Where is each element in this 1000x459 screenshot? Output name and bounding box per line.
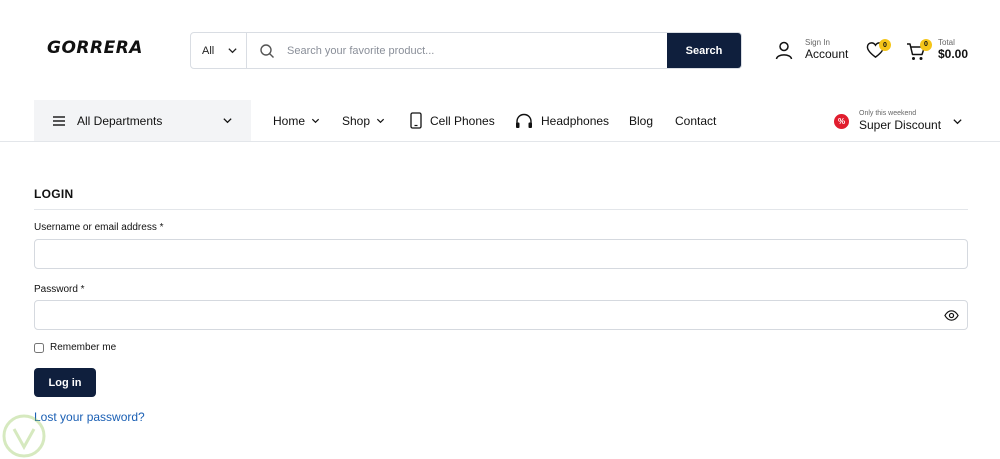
nav-item-home[interactable]: Home <box>273 100 320 141</box>
main-nav: All Departments Home Shop Cell Phones He… <box>0 100 1000 142</box>
discount-small-text: Only this weekend <box>859 110 917 117</box>
phone-icon <box>410 112 422 129</box>
remember-me[interactable]: Remember me <box>34 342 116 353</box>
lost-password-link[interactable]: Lost your password? <box>34 410 145 424</box>
remember-me-checkbox[interactable] <box>34 342 44 353</box>
chevron-down-icon <box>376 118 385 124</box>
cart-button[interactable]: 0 Total $0.00 <box>906 38 968 61</box>
search-input[interactable] <box>287 33 667 68</box>
account-link[interactable]: Sign In Account <box>774 38 848 61</box>
cart-count-badge: 0 <box>920 38 932 51</box>
wishlist-button[interactable]: 0 <box>866 39 891 63</box>
divider <box>34 209 968 210</box>
nav-item-label: Home <box>273 113 306 128</box>
site-logo[interactable]: GORRERA <box>47 38 143 58</box>
category-select[interactable]: All <box>191 33 247 68</box>
username-label: Username or email address * <box>34 222 164 233</box>
nav-item-shop[interactable]: Shop <box>342 100 385 141</box>
password-label: Password * <box>34 284 85 295</box>
all-departments-label: All Departments <box>77 113 163 128</box>
login-button[interactable]: Log in <box>34 368 96 397</box>
username-input[interactable] <box>34 239 968 269</box>
search-bar: All Search <box>190 32 742 69</box>
remember-me-label: Remember me <box>50 342 117 353</box>
nav-item-contact[interactable]: Contact <box>675 100 716 141</box>
nav-item-label: Contact <box>675 113 717 128</box>
all-departments-button[interactable]: All Departments <box>34 100 251 141</box>
nav-item-label: Blog <box>629 113 654 128</box>
search-button[interactable]: Search <box>667 33 741 68</box>
search-icon <box>247 33 287 68</box>
wishlist-count-badge: 0 <box>879 39 891 51</box>
account-big-text: Account <box>805 47 849 61</box>
super-discount-dropdown[interactable]: % Only this weekend Super Discount <box>834 108 962 134</box>
chevron-down-icon <box>953 119 962 125</box>
chevron-down-icon <box>223 118 232 124</box>
chevron-down-icon <box>311 118 320 124</box>
category-select-value: All <box>202 44 215 57</box>
nav-item-blog[interactable]: Blog <box>629 100 653 141</box>
nav-item-label: Headphones <box>541 113 610 128</box>
password-input[interactable] <box>34 300 968 330</box>
menu-icon <box>53 115 65 126</box>
nav-item-label: Shop <box>342 113 371 128</box>
eye-icon[interactable] <box>944 308 959 323</box>
watermark-logo-icon <box>2 414 46 458</box>
login-title: LOGIN <box>34 187 74 201</box>
chevron-down-icon <box>228 48 237 54</box>
cart-total-value: $0.00 <box>938 47 969 61</box>
nav-item-cell-phones[interactable]: Cell Phones <box>410 100 495 141</box>
user-icon <box>775 41 793 59</box>
site-header: GORRERA All Search Sign In Account 0 0 T… <box>0 0 1000 100</box>
cart-total-label: Total <box>938 38 955 47</box>
account-small-text: Sign In <box>805 38 830 47</box>
discount-big-text: Super Discount <box>859 118 942 132</box>
discount-badge-icon: % <box>834 113 849 129</box>
nav-item-label: Cell Phones <box>430 113 495 128</box>
nav-item-headphones[interactable]: Headphones <box>515 100 609 141</box>
headphones-icon <box>516 113 532 128</box>
